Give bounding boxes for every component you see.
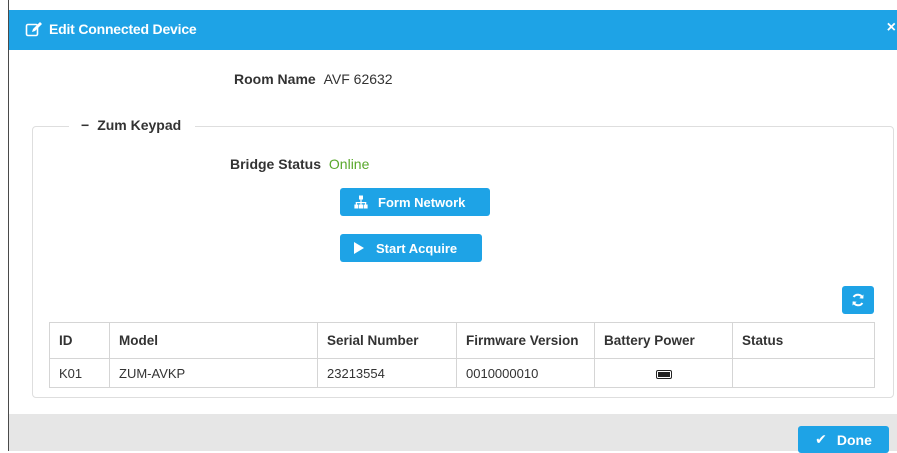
header-model[interactable]: Model xyxy=(109,322,318,359)
dialog-footer xyxy=(9,414,897,451)
cell-battery xyxy=(594,358,733,388)
bridge-status-label: Bridge Status xyxy=(230,156,322,172)
cell-model: ZUM-AVKP xyxy=(109,358,318,388)
start-acquire-label: Start Acquire xyxy=(376,240,458,256)
room-name-label: Room Name xyxy=(234,71,316,87)
bridge-status-row: Bridge Status Online xyxy=(230,156,369,172)
start-acquire-button[interactable]: Start Acquire xyxy=(340,234,482,262)
header-serial-number[interactable]: Serial Number xyxy=(317,322,457,359)
play-icon xyxy=(354,242,364,254)
collapse-icon[interactable]: − xyxy=(81,117,89,133)
devices-table: ID Model Serial Number Firmware Version … xyxy=(49,322,875,388)
refresh-icon xyxy=(852,293,864,307)
network-icon xyxy=(354,195,368,209)
battery-full-icon xyxy=(655,369,672,379)
cell-firmware: 0010000010 xyxy=(456,358,595,388)
room-name-value: AVF 62632 xyxy=(323,71,393,87)
form-network-label: Form Network xyxy=(378,194,466,210)
cell-id: K01 xyxy=(49,358,110,388)
edit-icon xyxy=(25,22,42,37)
table-header-row: ID Model Serial Number Firmware Version … xyxy=(49,322,875,359)
done-button[interactable]: ✔ Done xyxy=(798,426,889,453)
form-network-button[interactable]: Form Network xyxy=(340,188,490,216)
header-id[interactable]: ID xyxy=(49,322,110,359)
edit-device-dialog: Edit Connected Device × Room Name AVF 62… xyxy=(8,0,897,453)
table-row[interactable]: K01 ZUM-AVKP 23213554 0010000010 xyxy=(49,358,875,388)
room-name-row: Room Name AVF 62632 xyxy=(234,71,393,87)
group-legend[interactable]: − Zum Keypad xyxy=(69,117,196,133)
close-button[interactable]: × xyxy=(887,19,896,37)
refresh-button[interactable] xyxy=(842,286,874,314)
group-title: Zum Keypad xyxy=(97,117,182,133)
cell-status xyxy=(732,358,875,388)
check-icon: ✔ xyxy=(815,431,827,447)
dialog-titlebar: Edit Connected Device × xyxy=(9,10,897,50)
cell-serial: 23213554 xyxy=(317,358,457,388)
done-label: Done xyxy=(836,431,872,448)
header-battery-power[interactable]: Battery Power xyxy=(594,322,733,359)
dialog-title: Edit Connected Device xyxy=(49,21,197,37)
bridge-status-value: Online xyxy=(328,156,370,172)
header-status[interactable]: Status xyxy=(732,322,875,359)
header-firmware-version[interactable]: Firmware Version xyxy=(456,322,595,359)
